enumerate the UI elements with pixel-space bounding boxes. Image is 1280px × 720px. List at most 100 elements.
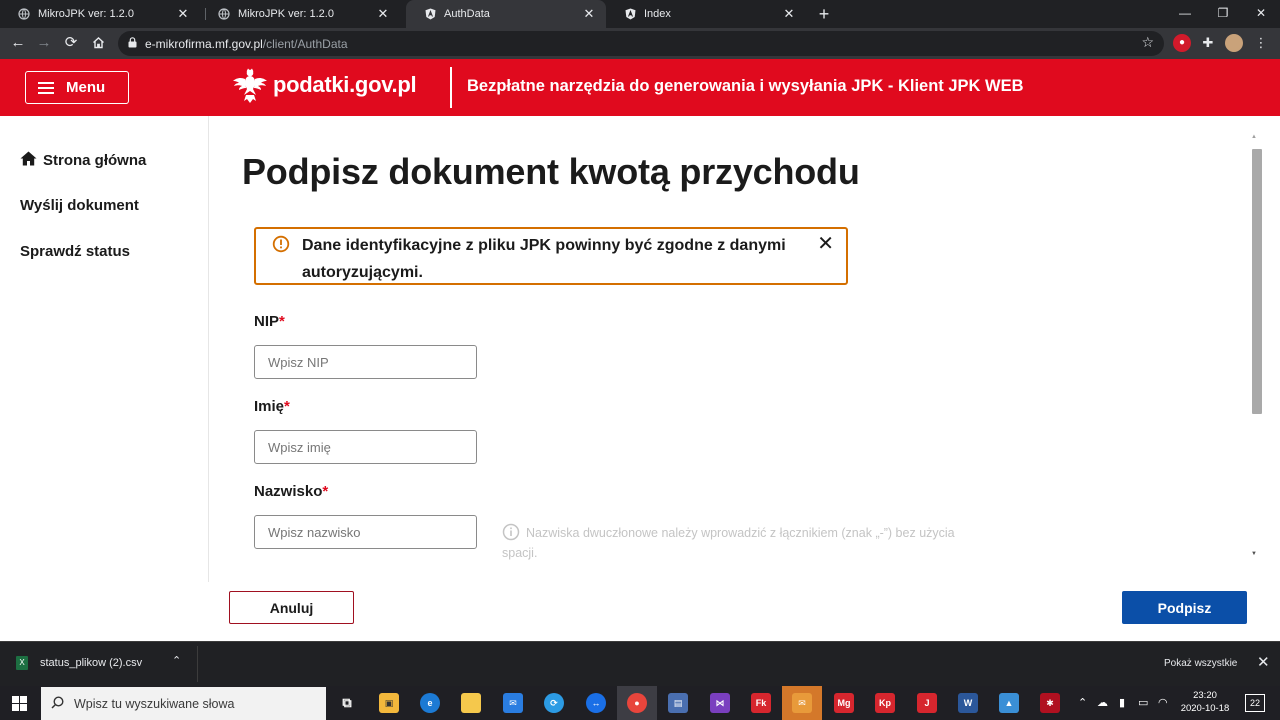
surname-input[interactable]: [254, 515, 477, 549]
browser-menu-icon[interactable]: ⋮: [1252, 34, 1270, 52]
app-icon-kp[interactable]: Kp: [875, 693, 895, 713]
menu-button-label: Menu: [66, 79, 106, 96]
cancel-button[interactable]: Anuluj: [229, 591, 354, 624]
site-header: Menu podatki.gov.pl Bezpłatne narzędzia …: [0, 59, 1280, 116]
url-host: e-mikrofirma.mf.gov.pl: [145, 36, 263, 51]
nip-label: NIP*: [254, 313, 285, 330]
home-icon[interactable]: [86, 32, 110, 54]
sign-button[interactable]: Podpisz: [1122, 591, 1247, 624]
globe-icon: [18, 8, 30, 20]
menu-button[interactable]: Menu: [25, 71, 129, 104]
close-window-icon[interactable]: ✕: [1242, 0, 1280, 28]
surname-label: Nazwisko*: [254, 483, 328, 500]
app-icon-blue[interactable]: ⟳: [544, 693, 564, 713]
close-tab-icon[interactable]: ✕: [582, 6, 596, 22]
info-circle-icon: [502, 523, 520, 541]
download-bar: X status_plikow (2).csv ⌃ Pokaż wszystki…: [0, 641, 1280, 686]
scroll-up-arrow-icon[interactable]: ▲: [1251, 134, 1257, 140]
minimize-icon[interactable]: —: [1166, 0, 1204, 28]
show-all-downloads-button[interactable]: Pokaż wszystkie: [1156, 654, 1245, 674]
close-download-bar-icon[interactable]: ✕: [1257, 653, 1270, 671]
photos-icon[interactable]: ▲: [999, 693, 1019, 713]
reload-icon[interactable]: ⟳: [59, 32, 83, 54]
sidebar-item-send-document[interactable]: Wyślij dokument: [20, 197, 139, 214]
site-logo-text[interactable]: podatki.gov.pl: [273, 72, 417, 98]
microphone-icon[interactable]: ▮: [1119, 696, 1125, 709]
header-divider: [450, 67, 452, 108]
back-icon[interactable]: ←: [6, 32, 30, 54]
form-footer: Anuluj Podpisz: [0, 582, 1280, 641]
browser-tab-strip: MikroJPK ver: 1.2.0 ✕ MikroJPK ver: 1.2.…: [0, 0, 1280, 28]
extensions-puzzle-icon[interactable]: ✚: [1199, 34, 1217, 52]
field-label-text: NIP: [254, 313, 280, 330]
page-title: Podpisz dokument kwotą przychodu: [242, 151, 860, 192]
app-icon-fk[interactable]: Fk: [751, 693, 771, 713]
file-explorer-icon[interactable]: [461, 693, 481, 713]
tab-title: Index: [644, 8, 671, 20]
url-path: /client/AuthData: [262, 36, 348, 51]
address-bar[interactable]: e-mikrofirma.mf.gov.pl/client/AuthData ☆: [118, 31, 1164, 56]
taskbar-clock[interactable]: 23:20 2020-10-18: [1180, 689, 1230, 715]
close-tab-icon[interactable]: ✕: [176, 6, 190, 22]
angular-icon: [624, 8, 636, 20]
sidebar-item-check-status[interactable]: Sprawdź status: [20, 243, 130, 260]
nip-input[interactable]: [254, 345, 477, 379]
close-tab-icon[interactable]: ✕: [782, 6, 796, 22]
word-icon[interactable]: W: [958, 693, 978, 713]
excel-file-icon: X: [16, 656, 28, 670]
browser-tab-1[interactable]: MikroJPK ver: 1.2.0 ✕: [0, 0, 200, 28]
clock-date: 2020-10-18: [1180, 703, 1230, 714]
sidebar-item-label: Wyślij dokument: [20, 197, 139, 214]
battery-icon[interactable]: ▭: [1138, 696, 1148, 709]
bookmark-star-icon[interactable]: ☆: [1141, 34, 1154, 51]
scroll-down-arrow-icon[interactable]: ▼: [1251, 551, 1257, 557]
scrollbar-thumb[interactable]: [1252, 149, 1262, 414]
download-item[interactable]: X status_plikow (2).csv: [16, 656, 142, 670]
windows-start-icon[interactable]: [12, 696, 27, 711]
angular-icon: [424, 8, 436, 20]
browser-tab-3[interactable]: AuthData ✕: [406, 0, 606, 28]
app-icon-red[interactable]: ✱: [1040, 693, 1060, 713]
hamburger-icon: [38, 81, 54, 94]
browser-toolbar: ← → ⟳ e-mikrofirma.mf.gov.pl/client/Auth…: [0, 28, 1280, 59]
browser-tab-2[interactable]: MikroJPK ver: 1.2.0 ✕: [200, 0, 400, 28]
warning-circle-icon: [272, 235, 290, 253]
close-alert-icon[interactable]: ✕: [817, 234, 834, 254]
forward-icon[interactable]: →: [32, 32, 56, 54]
search-placeholder: Wpisz tu wyszukiwane słowa: [74, 696, 235, 711]
task-view-icon[interactable]: ⧉: [337, 693, 357, 713]
onedrive-cloud-icon[interactable]: ☁: [1097, 696, 1108, 709]
mail-icon[interactable]: ✉: [503, 693, 523, 713]
close-tab-icon[interactable]: ✕: [376, 6, 390, 22]
new-tab-button[interactable]: +: [814, 4, 834, 24]
required-mark: *: [322, 483, 329, 500]
teamviewer-icon[interactable]: ↔: [586, 693, 606, 713]
app-icon-envelope[interactable]: ✉: [792, 693, 812, 713]
browser-tab-4[interactable]: Index ✕: [606, 0, 806, 28]
chrome-icon[interactable]: ●: [627, 693, 647, 713]
chevron-up-icon[interactable]: ⌃: [172, 654, 181, 667]
profile-avatar[interactable]: [1225, 34, 1243, 52]
field-label-text: Imię: [254, 398, 285, 415]
store-icon[interactable]: ▣: [379, 693, 399, 713]
tray-chevron-icon[interactable]: ⌃: [1078, 696, 1087, 709]
maximize-icon[interactable]: ❐: [1204, 0, 1242, 28]
sidebar-item-home[interactable]: Strona główna: [20, 151, 146, 170]
save-disk-icon[interactable]: ▤: [668, 693, 688, 713]
eagle-emblem-icon: [233, 68, 267, 103]
extension-shield-icon[interactable]: ●: [1173, 34, 1191, 52]
globe-icon: [218, 8, 230, 20]
taskbar-search-box[interactable]: Wpisz tu wyszukiwane słowa: [41, 687, 326, 720]
app-icon-mg[interactable]: Mg: [834, 693, 854, 713]
edge-icon[interactable]: e: [420, 693, 440, 713]
app-icon-j[interactable]: J: [917, 693, 937, 713]
sidebar: Strona główna Wyślij dokument Sprawdź st…: [0, 116, 209, 582]
hint-text: Nazwiska dwuczłonowe należy wprowadzić z…: [502, 526, 955, 560]
notification-center-icon[interactable]: 22: [1245, 694, 1265, 712]
first-name-input[interactable]: [254, 430, 477, 464]
first-name-label: Imię*: [254, 398, 290, 415]
wifi-icon[interactable]: ◠: [1158, 696, 1168, 709]
header-subtitle: Bezpłatne narzędzia do generowania i wys…: [467, 77, 1024, 95]
search-icon: [51, 695, 64, 712]
visual-studio-icon[interactable]: ⋈: [710, 693, 730, 713]
